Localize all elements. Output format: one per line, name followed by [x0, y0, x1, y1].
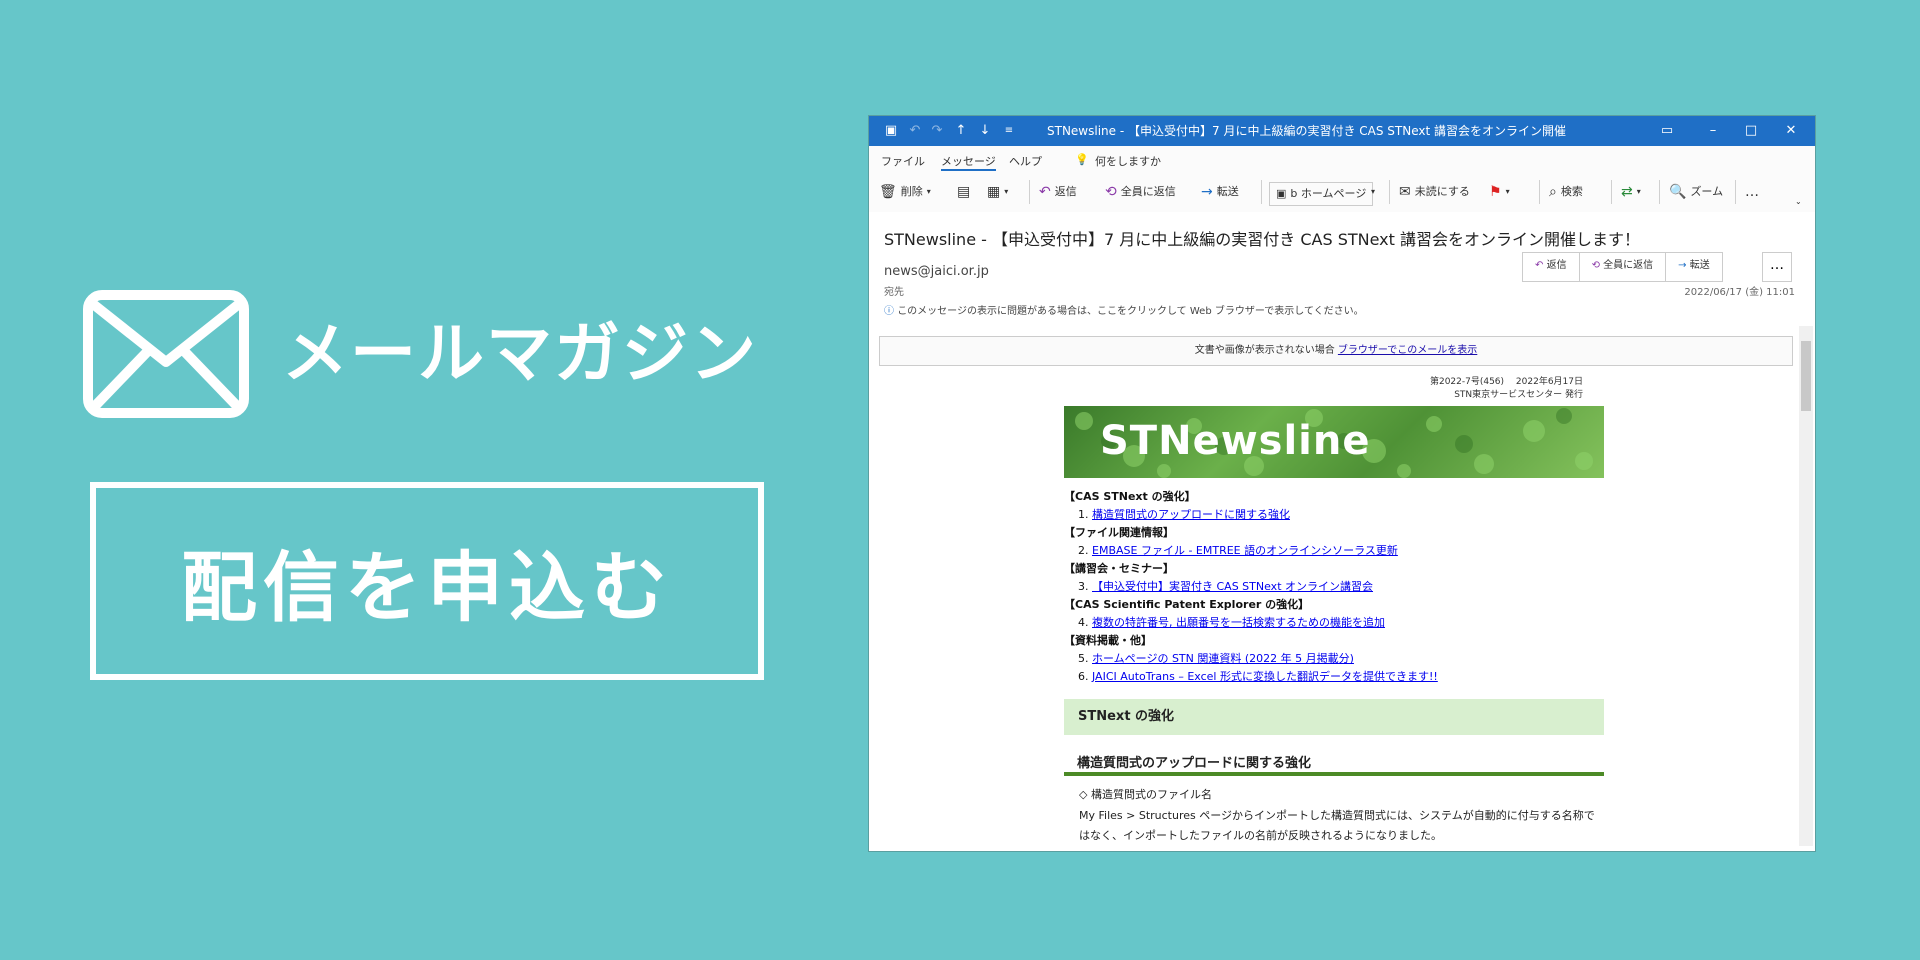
toc-item: 2. EMBASE ファイル - EMTREE 語のオンラインシソーラス更新 — [1078, 544, 1398, 557]
mail-envelope-icon — [83, 290, 249, 418]
reply-icon: ↶ — [1535, 260, 1544, 271]
info-bar[interactable]: ⓘ このメッセージの表示に問題がある場合は、ここをクリックして Web ブラウザ… — [884, 302, 1364, 317]
browser-notice: 文書や画像が表示されない場合 ブラウザーでこのメールを表示 — [879, 336, 1793, 366]
email-window: ▣ ↶ ↷ ↑ ↓ ≡ STNewsline - 【申込受付中】7 月に中上級編… — [869, 116, 1815, 851]
menu-bar: ファイル メッセージ ヘルプ 💡 何をしますか — [869, 146, 1815, 172]
tell-me-box[interactable]: 何をしますか — [1095, 153, 1161, 169]
newsletter-banner: STNewsline — [1064, 406, 1604, 478]
ribbon-display-icon[interactable]: ▭ — [1659, 123, 1675, 139]
reply-icon: ↶ — [1039, 184, 1051, 200]
toc-category: 【ファイル関連情報】 — [1064, 526, 1174, 539]
down-arrow-icon[interactable]: ↓ — [977, 123, 993, 139]
lightbulb-icon: 💡 — [1075, 153, 1089, 166]
reply-button-group: ↶ 返信 ⟲ 全員に返信 → 転送 — [1522, 252, 1723, 282]
table-of-contents: 【CAS STNext の強化】 1. 構造質問式のアップロードに関する強化 【… — [1064, 488, 1604, 686]
forward-icon: → — [1201, 184, 1213, 200]
view-in-browser-link[interactable]: ブラウザーでこのメールを表示 — [1338, 345, 1477, 356]
search-button[interactable]: ⌕ 検索 — [1549, 182, 1583, 202]
toc-item: 6. JAICI AutoTrans – Excel 形式に変換した翻訳データを… — [1078, 670, 1438, 683]
chevron-down-icon: ▾ — [1505, 187, 1510, 196]
zoom-button[interactable]: 🔍 ズーム — [1669, 182, 1723, 202]
maximize-icon[interactable]: □ — [1743, 123, 1759, 139]
move-button[interactable]: ▦ ▾ — [987, 182, 1008, 202]
quick-steps-dropdown[interactable]: ▾ — [1371, 182, 1375, 202]
title-bar: ▣ ↶ ↷ ↑ ↓ ≡ STNewsline - 【申込受付中】7 月に中上級編… — [869, 116, 1815, 146]
save-icon[interactable]: ▣ — [883, 123, 899, 139]
article-subheading: ◇ 構造質問式のファイル名 — [1079, 788, 1212, 801]
header-reply-all-button[interactable]: ⟲ 全員に返信 — [1580, 253, 1667, 281]
flag-button[interactable]: ⚑ ▾ — [1489, 182, 1510, 202]
move-folder-icon: ▦ — [987, 184, 1001, 200]
archive-icon: ▤ — [957, 184, 971, 200]
subscribe-button-label: 配信を申込む — [181, 543, 673, 632]
toc-item: 3. 【申込受付中】実習付き CAS STNext オンライン講習会 — [1078, 580, 1374, 593]
toc-category: 【講習会・セミナー】 — [1064, 562, 1174, 575]
quick-step-icon: ▣ — [1276, 187, 1287, 200]
header-more-button[interactable]: … — [1762, 252, 1792, 282]
section-heading: STNext の強化 — [1064, 699, 1604, 735]
toc-link[interactable]: EMBASE ファイル - EMTREE 語のオンラインシソーラス更新 — [1092, 544, 1398, 557]
header-forward-button[interactable]: → 転送 — [1666, 253, 1722, 281]
zoom-icon: 🔍 — [1669, 184, 1687, 200]
forward-button[interactable]: → 転送 — [1201, 182, 1239, 202]
quick-step-homepage[interactable]: ▣ b ホームページ — [1269, 182, 1374, 206]
header-reply-button[interactable]: ↶ 返信 — [1523, 253, 1580, 281]
toc-link[interactable]: 【申込受付中】実習付き CAS STNext オンライン講習会 — [1092, 580, 1373, 593]
redo-icon[interactable]: ↷ — [929, 123, 945, 139]
forward-icon: → — [1678, 260, 1687, 271]
issue-info: 第2022-7号(456) 2022年6月17日 STN東京サービスセンター 発… — [1429, 377, 1583, 400]
chevron-down-icon: ▾ — [1004, 187, 1009, 196]
window-title: STNewsline - 【申込受付中】7 月に中上級編の実習付き CAS ST… — [1047, 124, 1567, 138]
ribbon-more-button[interactable]: … — [1745, 182, 1759, 202]
toc-link[interactable]: 複数の特許番号, 出願番号を一括検索するための機能を追加 — [1092, 616, 1385, 629]
reply-all-button[interactable]: ⟲ 全員に返信 — [1105, 182, 1176, 202]
close-icon[interactable]: ✕ — [1783, 123, 1799, 139]
banner-title: STNewsline — [1100, 418, 1371, 464]
archive-button[interactable]: ▤ — [957, 182, 970, 202]
delete-button[interactable]: 🗑 削除 ▾ — [879, 182, 931, 202]
toc-category: 【資料掲載・他】 — [1064, 634, 1152, 647]
promo-title: メールマガジン — [282, 315, 758, 392]
menu-help[interactable]: ヘルプ — [1009, 153, 1042, 169]
toc-link[interactable]: ホームページの STN 関連資料 (2022 年 5 月掲載分) — [1092, 652, 1354, 665]
reply-button[interactable]: ↶ 返信 — [1039, 182, 1077, 202]
translate-button[interactable]: ⇄ ▾ — [1621, 182, 1641, 202]
toc-link[interactable]: 構造質問式のアップロードに関する強化 — [1092, 508, 1290, 521]
info-icon: ⓘ — [884, 306, 894, 317]
trash-icon: 🗑 — [879, 184, 897, 200]
search-icon: ⌕ — [1549, 184, 1557, 200]
reply-all-icon: ⟲ — [1105, 184, 1117, 200]
chevron-down-icon: ▾ — [1636, 187, 1641, 196]
ribbon-collapse-icon[interactable]: ⌄ — [1795, 192, 1802, 212]
message-date: 2022/06/17 (金) 11:01 — [1684, 287, 1795, 298]
article-divider — [1064, 772, 1604, 776]
chevron-down-icon: ▾ — [1371, 187, 1376, 196]
to-label: 宛先 — [884, 287, 904, 298]
reply-all-icon: ⟲ — [1591, 260, 1600, 271]
chevron-down-icon: ▾ — [926, 187, 931, 196]
mark-unread-button[interactable]: ✉ 未読にする — [1399, 182, 1470, 202]
up-arrow-icon[interactable]: ↑ — [953, 123, 969, 139]
subscribe-button[interactable]: 配信を申込む — [90, 482, 764, 680]
toc-link[interactable]: JAICI AutoTrans – Excel 形式に変換した翻訳データを提供で… — [1092, 670, 1438, 683]
flag-icon: ⚑ — [1489, 184, 1502, 200]
translate-icon: ⇄ — [1621, 184, 1633, 200]
undo-icon[interactable]: ↶ — [907, 123, 923, 139]
toc-item: 5. ホームページの STN 関連資料 (2022 年 5 月掲載分) — [1078, 652, 1354, 665]
article-title: 構造質問式のアップロードに関する強化 — [1077, 756, 1312, 771]
envelope-icon: ✉ — [1399, 184, 1411, 200]
message-sender[interactable]: news@jaici.or.jp — [884, 264, 989, 279]
toc-item: 1. 構造質問式のアップロードに関する強化 — [1078, 508, 1290, 521]
menu-file[interactable]: ファイル — [881, 153, 925, 169]
toc-category: 【CAS Scientific Patent Explorer の強化】 — [1064, 598, 1310, 611]
toc-item: 4. 複数の特許番号, 出願番号を一括検索するための機能を追加 — [1078, 616, 1385, 629]
message-subject: STNewsline - 【申込受付中】7 月に中上級編の実習付き CAS ST… — [884, 230, 1640, 249]
customize-icon[interactable]: ≡ — [1001, 123, 1017, 139]
article-paragraph: My Files > Structures ページからインポートした構造質問式に… — [1079, 809, 1595, 842]
minimize-icon[interactable]: – — [1705, 123, 1721, 139]
scrollbar-thumb[interactable] — [1801, 341, 1811, 411]
menu-message[interactable]: メッセージ — [941, 153, 996, 171]
toc-category: 【CAS STNext の強化】 — [1064, 490, 1196, 503]
ribbon-toolbar: 🗑 削除 ▾ ▤ ▦ ▾ ↶ 返信 ⟲ 全員に返信 → 転送 ▣ b ホームページ ▾ ✉ 未読… — [869, 172, 1815, 213]
